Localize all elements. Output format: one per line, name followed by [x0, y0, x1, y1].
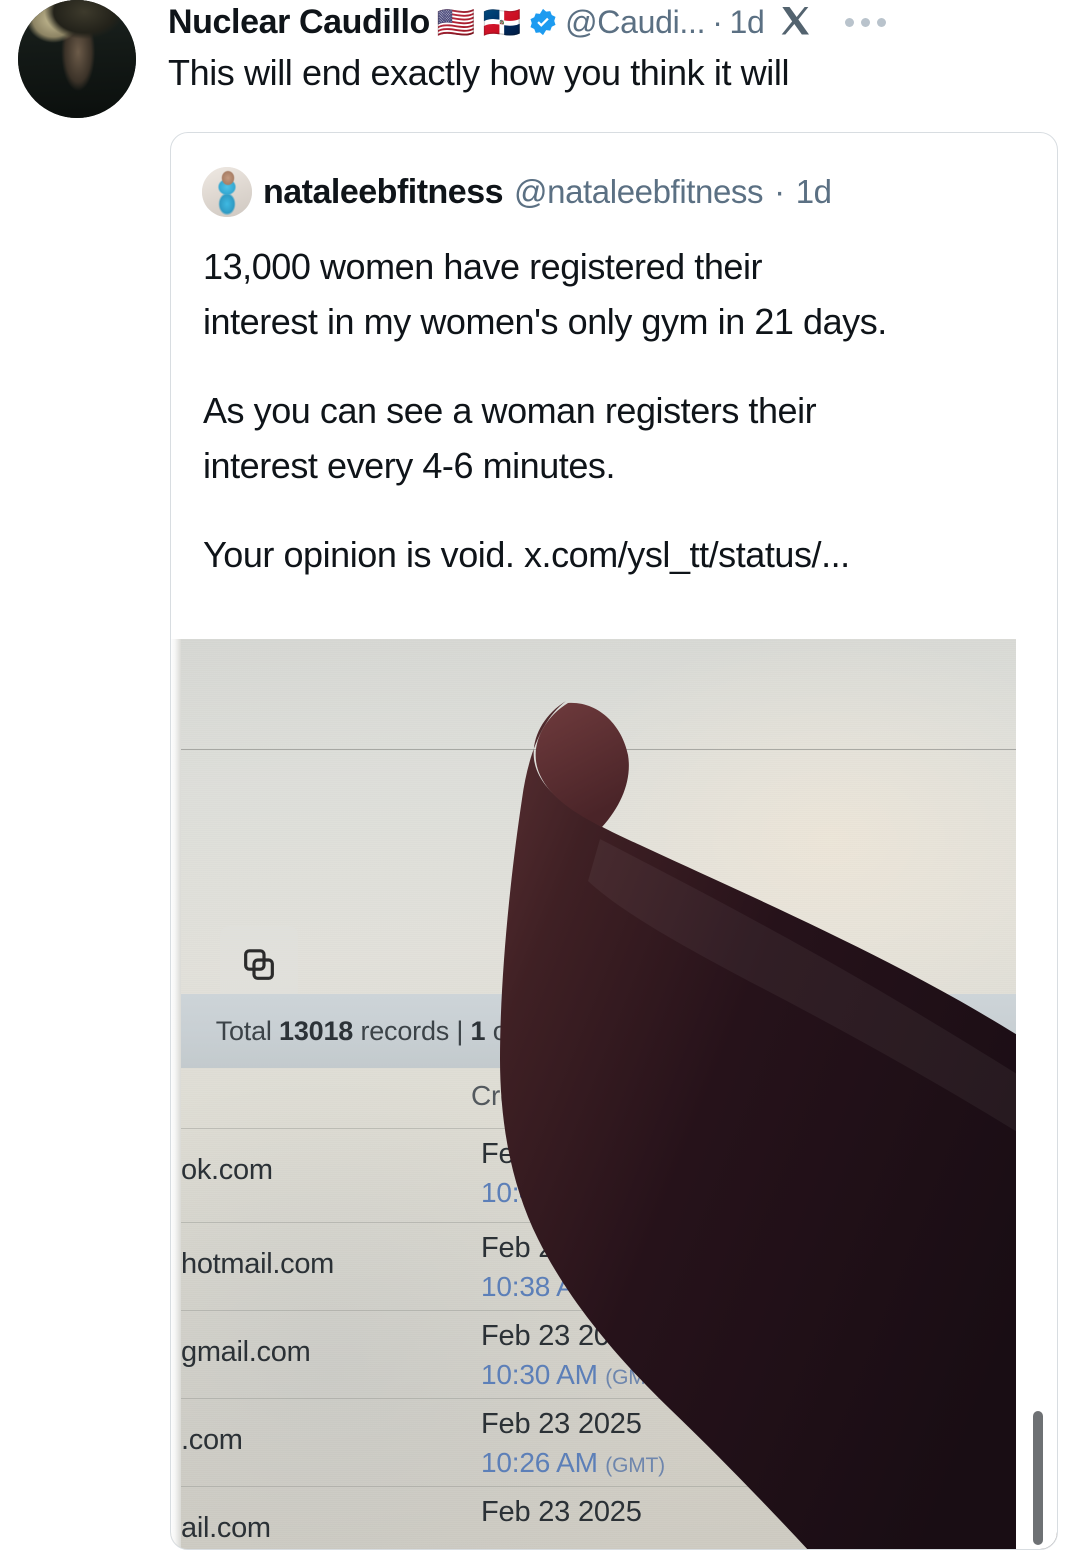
- quoted-line-2b: interest every 4-6 minutes.: [203, 445, 616, 487]
- quoted-line-2a: As you can see a woman registers their: [203, 390, 817, 432]
- column-header-created[interactable]: Created: [471, 1080, 569, 1112]
- of-label: of: [492, 1015, 515, 1046]
- pagination-summary: Total 13018 records | 1 of 651 Pages: [216, 1016, 650, 1047]
- tweet-screenshot: Nuclear Caudillo 🇺🇸 🇩🇴 @Caudi... · 1d Th…: [0, 0, 1080, 1550]
- copy-glyph-icon: [244, 949, 274, 980]
- tweet-timestamp[interactable]: 1d: [730, 4, 765, 41]
- page-size-label: Page Size:: [800, 1015, 930, 1046]
- row-divider: [181, 1310, 1016, 1311]
- copy-icon[interactable]: [220, 926, 298, 1004]
- quoted-tweet-card[interactable]: nataleebfitness @nataleebfitness · 1d 13…: [170, 132, 1058, 1550]
- verified-badge-icon: [530, 8, 556, 36]
- column-header-last-activity[interactable]: Last Activity: [675, 1080, 820, 1112]
- table-row[interactable]: ail.com Feb 23 2025: [181, 1486, 1016, 1549]
- cell-timezone: (GMT): [605, 1184, 665, 1207]
- total-pages-count: 651: [522, 1015, 567, 1046]
- current-page-number: 1: [470, 1015, 486, 1046]
- summary-divider: |: [456, 1015, 464, 1046]
- tweet-body-text: This will end exactly how you think it w…: [168, 52, 790, 93]
- quoted-line-3a: Your opinion is void. x.com/ysl_tt/statu…: [203, 534, 850, 576]
- page-size-value: 20: [936, 1015, 966, 1046]
- flag-us-icon: 🇺🇸: [436, 4, 476, 40]
- quoted-tweet-body: 13,000 women have registered their inter…: [171, 217, 1057, 582]
- row-divider: [181, 1398, 1016, 1399]
- x-logo-icon: [781, 7, 809, 35]
- cell-time-value: 10:38 AM: [481, 1271, 598, 1302]
- table-row[interactable]: gmail.com Feb 23 2025 10:30 AM (GMT): [181, 1310, 1016, 1398]
- cell-email: .com: [181, 1424, 243, 1456]
- cell-created-date: Feb 23 2025: [481, 1232, 642, 1264]
- cell-created-date: Feb 23 2025: [481, 1496, 642, 1528]
- cell-time-value: 10:42 AM: [481, 1177, 598, 1208]
- embedded-photo[interactable]: Total 13018 records | 1 of 651 Pages 1 ›…: [171, 639, 1057, 1549]
- more-options-icon[interactable]: [844, 17, 886, 27]
- page-number-button[interactable]: 1: [675, 997, 734, 1065]
- row-divider: [181, 1486, 1016, 1487]
- quoted-timestamp[interactable]: 1d: [796, 173, 832, 211]
- quoted-avatar[interactable]: [202, 167, 252, 217]
- quoted-author-row: nataleebfitness @nataleebfitness · 1d: [171, 133, 1057, 217]
- sort-arrows-icon[interactable]: [826, 1078, 846, 1114]
- author-handle[interactable]: @Caudi...: [565, 4, 705, 41]
- table-row[interactable]: .com Feb 23 2025 10:26 AM (GMT): [181, 1398, 1016, 1486]
- divider-line-top: [181, 749, 1016, 750]
- cell-created-time: 10:38 AM (GMT): [481, 1271, 665, 1303]
- row-divider: [181, 1128, 1016, 1129]
- cell-created-time: 10:30 AM (GMT): [481, 1359, 665, 1391]
- total-prefix: Total: [215, 1015, 272, 1046]
- flag-do-icon: 🇩🇴: [482, 4, 522, 40]
- chevron-down-icon[interactable]: [980, 1025, 1000, 1037]
- cell-timezone: (GMT): [605, 1278, 665, 1301]
- cell-created-date: Feb 23 2025: [481, 1320, 642, 1352]
- chevron-right-icon[interactable]: ›: [751, 1012, 762, 1050]
- cell-created-date: Feb 23 2025: [481, 1408, 642, 1440]
- cell-email: ail.com: [181, 1512, 271, 1544]
- row-divider: [181, 1222, 1016, 1223]
- paragraph-gap-1: [203, 349, 1027, 383]
- handle-separator: ·: [712, 3, 723, 40]
- table-header: Created Last Activity Tags: [181, 1068, 1016, 1128]
- cell-created-time: 10:26 AM (GMT): [481, 1447, 665, 1479]
- records-label: records: [360, 1015, 450, 1046]
- quoted-line-1b: interest in my women's only gym in 21 da…: [203, 301, 887, 343]
- column-header-tags[interactable]: Tags: [881, 1080, 940, 1112]
- screen-left-edge: [171, 639, 181, 1549]
- vertical-scrollbar[interactable]: [1033, 1411, 1043, 1545]
- cell-email: hotmail.com: [181, 1248, 335, 1280]
- table-row[interactable]: ok.com Feb 23 2025 10:42 AM (GMT): [181, 1128, 1016, 1216]
- avatar[interactable]: [18, 0, 136, 118]
- total-records-count: 13018: [279, 1015, 354, 1046]
- cell-timezone: (GMT): [605, 1366, 665, 1389]
- cell-email: ok.com: [181, 1154, 273, 1186]
- cell-timezone: (GMT): [605, 1454, 665, 1477]
- quoted-display-name[interactable]: nataleebfitness: [263, 173, 504, 212]
- quoted-line-1a: 13,000 women have registered their: [203, 246, 763, 287]
- quoted-avatar-image: [202, 167, 252, 217]
- avatar-image: [18, 0, 136, 118]
- quoted-separator: ·: [774, 173, 785, 210]
- author-row: Nuclear Caudillo 🇺🇸 🇩🇴 @Caudi... · 1d: [168, 2, 886, 42]
- pagination-bar[interactable]: Total 13018 records | 1 of 651 Pages 1 ›…: [181, 994, 1016, 1068]
- cell-time-value: 10:30 AM: [481, 1359, 598, 1390]
- cell-created-time: 10:42 AM (GMT): [481, 1177, 665, 1209]
- author-display-name[interactable]: Nuclear Caudillo: [168, 3, 430, 42]
- cell-created-date: Feb 23 2025: [481, 1138, 642, 1170]
- cell-time-value: 10:26 AM: [481, 1447, 598, 1478]
- pages-label: Pages: [573, 1015, 650, 1046]
- page-size-control[interactable]: Page Size: 20: [800, 1016, 966, 1047]
- table-row[interactable]: hotmail.com Feb 23 2025 10:38 AM (GMT): [181, 1222, 1016, 1310]
- cell-email: gmail.com: [181, 1336, 311, 1368]
- quoted-handle[interactable]: @nataleebfitness: [514, 173, 763, 211]
- paragraph-gap-2: [203, 493, 1027, 527]
